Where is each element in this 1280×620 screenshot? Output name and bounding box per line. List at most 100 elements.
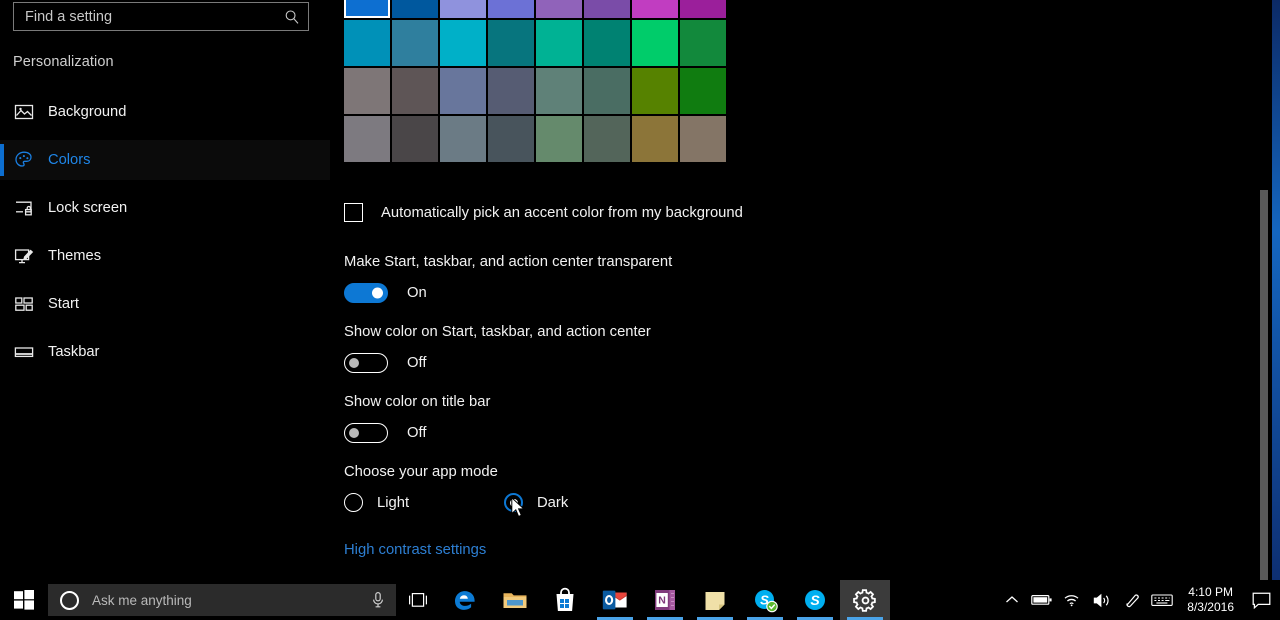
sidebar-item-themes[interactable]: Themes xyxy=(0,236,330,276)
light-radio[interactable] xyxy=(344,493,363,512)
accent-swatch[interactable] xyxy=(392,116,438,162)
accent-swatch[interactable] xyxy=(440,116,486,162)
accent-swatch[interactable] xyxy=(392,68,438,114)
action-center-button[interactable] xyxy=(1244,580,1278,620)
accent-swatch[interactable] xyxy=(584,20,630,66)
sidebar-nav-list: Background Colors Lock screen Themes Sta… xyxy=(0,92,330,380)
auto-accent-row[interactable]: Automatically pick an accent color from … xyxy=(344,203,743,222)
task-view-button[interactable] xyxy=(396,580,440,620)
accent-swatch[interactable] xyxy=(488,0,534,18)
taskbar-app-onenote[interactable]: N xyxy=(640,580,690,620)
accent-swatch[interactable] xyxy=(536,0,582,18)
taskbar-app-file-explorer[interactable] xyxy=(490,580,540,620)
show-color-start-toggle-line: Off xyxy=(344,353,651,373)
cortana-placeholder: Ask me anything xyxy=(92,592,192,608)
accent-swatch[interactable] xyxy=(584,116,630,162)
toggle-knob xyxy=(372,287,383,299)
search-box[interactable] xyxy=(13,2,309,31)
sidebar-category-title: Personalization xyxy=(13,54,114,70)
taskbar-app-skype-business[interactable]: S xyxy=(740,580,790,620)
sidebar-item-colors[interactable]: Colors xyxy=(0,140,330,180)
show-color-titlebar-setting: Show color on title bar Off xyxy=(344,394,490,443)
accent-swatch[interactable] xyxy=(632,68,678,114)
accent-swatch[interactable] xyxy=(536,116,582,162)
show-color-titlebar-toggle[interactable] xyxy=(344,423,388,443)
start-tiles-icon xyxy=(13,293,35,315)
accent-swatch[interactable] xyxy=(440,0,486,18)
accent-swatch[interactable] xyxy=(536,68,582,114)
taskbar-app-settings[interactable] xyxy=(840,580,890,620)
transparency-toggle[interactable] xyxy=(344,283,388,303)
accent-swatch[interactable] xyxy=(680,20,726,66)
accent-swatch[interactable] xyxy=(344,20,390,66)
accent-swatch[interactable] xyxy=(680,68,726,114)
accent-swatch[interactable] xyxy=(344,116,390,162)
app-mode-setting: Choose your app mode Light Dark xyxy=(344,464,568,512)
sidebar-item-label: Background xyxy=(48,104,127,120)
dark-radio[interactable] xyxy=(504,493,523,512)
sidebar-item-lock-screen[interactable]: Lock screen xyxy=(0,188,330,228)
accent-swatch[interactable] xyxy=(440,68,486,114)
high-contrast-settings-link[interactable]: High contrast settings xyxy=(344,542,486,558)
accent-swatch[interactable] xyxy=(584,68,630,114)
toggle-knob xyxy=(349,358,359,368)
accent-swatch[interactable] xyxy=(488,68,534,114)
volume-button[interactable] xyxy=(1087,580,1117,620)
search-icon xyxy=(284,9,300,25)
content-scrollbar[interactable] xyxy=(1260,0,1268,580)
settings-window: Personalization Background xyxy=(0,0,1272,580)
accent-swatch[interactable] xyxy=(680,116,726,162)
desktop-background-strip xyxy=(1272,0,1280,580)
accent-swatch[interactable] xyxy=(536,20,582,66)
light-label: Light xyxy=(377,494,410,511)
app-mode-option-dark[interactable]: Dark xyxy=(504,493,568,512)
taskbar-app-store[interactable] xyxy=(540,580,590,620)
accent-swatch[interactable] xyxy=(392,20,438,66)
battery-button[interactable] xyxy=(1027,580,1057,620)
sidebar-item-label: Lock screen xyxy=(48,200,128,216)
accent-swatch[interactable] xyxy=(680,0,726,18)
sidebar-item-background[interactable]: Background xyxy=(0,92,330,132)
pen-icon xyxy=(1126,594,1140,608)
keyboard-icon xyxy=(1151,594,1174,606)
show-hidden-icons-button[interactable] xyxy=(997,580,1027,620)
accent-swatch[interactable] xyxy=(440,20,486,66)
accent-swatch[interactable] xyxy=(344,0,390,18)
accent-swatch[interactable] xyxy=(344,68,390,114)
taskbar-app-outlook[interactable] xyxy=(590,580,640,620)
accent-swatch[interactable] xyxy=(632,20,678,66)
microphone-icon[interactable] xyxy=(370,591,386,609)
sidebar-item-label: Themes xyxy=(48,248,102,264)
accent-swatch[interactable] xyxy=(632,116,678,162)
action-center-icon xyxy=(1252,592,1270,609)
palette-icon xyxy=(13,149,35,171)
taskbar-app-skype[interactable]: S xyxy=(790,580,840,620)
scrollbar-thumb[interactable] xyxy=(1260,190,1268,580)
accent-swatch[interactable] xyxy=(584,0,630,18)
dark-label: Dark xyxy=(537,494,569,511)
sidebar-item-start[interactable]: Start xyxy=(0,284,330,324)
show-color-start-state-label: Off xyxy=(407,355,427,371)
search-input[interactable] xyxy=(25,8,284,25)
app-mode-radio-row: Light Dark xyxy=(344,493,568,512)
pen-workspace-button[interactable] xyxy=(1117,580,1147,620)
accent-swatch[interactable] xyxy=(488,20,534,66)
touch-keyboard-button[interactable] xyxy=(1147,580,1177,620)
cortana-search-box[interactable]: Ask me anything xyxy=(48,584,396,616)
network-button[interactable] xyxy=(1057,580,1087,620)
sidebar-item-taskbar[interactable]: Taskbar xyxy=(0,332,330,372)
skype-business-icon: S xyxy=(755,590,778,613)
sidebar-item-label: Taskbar xyxy=(48,344,100,360)
show-color-start-toggle[interactable] xyxy=(344,353,388,373)
accent-swatch[interactable] xyxy=(488,116,534,162)
app-mode-option-light[interactable]: Light xyxy=(344,493,504,512)
start-button[interactable] xyxy=(0,580,48,620)
sidebar-item-label: Colors xyxy=(48,152,91,168)
accent-swatch[interactable] xyxy=(632,0,678,18)
accent-swatch[interactable] xyxy=(392,0,438,18)
onenote-icon: N xyxy=(655,590,675,610)
auto-accent-checkbox[interactable] xyxy=(344,203,363,222)
taskbar-app-sticky-notes[interactable] xyxy=(690,580,740,620)
taskbar-app-edge[interactable] xyxy=(440,580,490,620)
taskbar-clock[interactable]: 4:10 PM 8/3/2016 xyxy=(1177,585,1244,615)
